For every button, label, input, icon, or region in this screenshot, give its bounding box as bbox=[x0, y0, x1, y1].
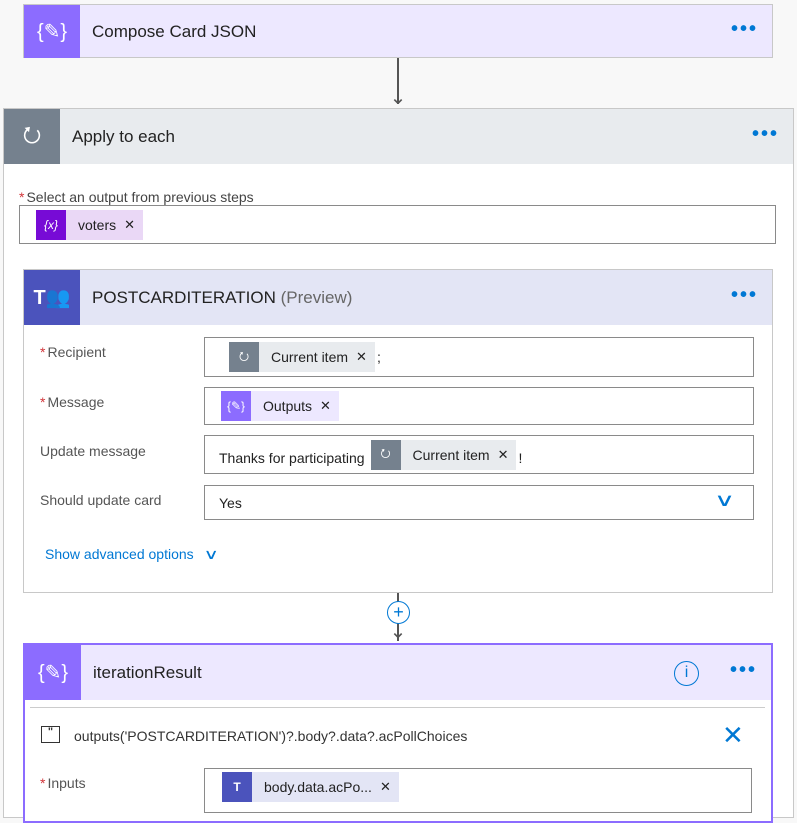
step-title: iterationResult bbox=[93, 662, 202, 682]
arrow-down-icon: ⌄ bbox=[389, 87, 407, 109]
remove-token-icon[interactable]: ✕ bbox=[356, 349, 375, 365]
recipient-label: * Recipient bbox=[40, 344, 106, 360]
message-input[interactable]: {✎} Outputs ✕ bbox=[204, 387, 754, 425]
select-output-input[interactable]: {x} voters ✕ bbox=[19, 205, 776, 244]
step-title: POSTCARDITERATION (Preview) bbox=[92, 287, 353, 307]
more-options-button[interactable]: ••• bbox=[731, 18, 758, 41]
message-label: * Message bbox=[40, 394, 105, 410]
postcarditeration-step: T👥 POSTCARDITERATION (Preview) ••• bbox=[23, 269, 773, 593]
recipient-input[interactable]: ⭮ Current item ✕ ; bbox=[204, 337, 754, 377]
update-message-input[interactable]: Thanks for participating ⭮ Current item … bbox=[204, 435, 754, 474]
close-icon[interactable]: ✕ bbox=[722, 722, 744, 748]
should-update-card-label: Should update card bbox=[40, 492, 162, 508]
loop-icon: ⭮ bbox=[370, 439, 401, 470]
current-item-token[interactable]: ⭮ Current item ✕ bbox=[229, 342, 375, 372]
select-output-label: * Select an output from previous steps bbox=[19, 189, 254, 205]
loop-icon: ⭮ bbox=[4, 109, 60, 164]
remove-token-icon[interactable]: ✕ bbox=[498, 447, 517, 463]
more-options-button[interactable]: ••• bbox=[731, 284, 758, 307]
voters-token[interactable]: {x} voters ✕ bbox=[36, 209, 144, 240]
more-options-button[interactable]: ••• bbox=[730, 659, 757, 682]
teams-icon: T bbox=[222, 772, 252, 802]
body-data-token[interactable]: T body.data.acPo... ✕ bbox=[222, 772, 399, 802]
remove-token-icon[interactable]: ✕ bbox=[380, 779, 399, 795]
compose-card-json-step[interactable]: {✎} Compose Card JSON ••• bbox=[23, 4, 773, 58]
inputs-field[interactable]: T body.data.acPo... ✕ bbox=[204, 768, 752, 813]
remove-token-icon[interactable]: ✕ bbox=[124, 217, 143, 233]
compose-braces-icon: {✎} bbox=[221, 391, 251, 421]
teams-icon: T👥 bbox=[24, 270, 80, 325]
variable-icon: {x} bbox=[36, 209, 66, 240]
arrow-down-icon: ⌄ bbox=[389, 621, 407, 643]
update-message-label: Update message bbox=[40, 443, 146, 459]
current-item-token[interactable]: ⭮ Current item ✕ bbox=[370, 439, 517, 470]
should-update-card-select[interactable]: Yes ∨ bbox=[204, 485, 754, 520]
loop-icon: ⭮ bbox=[229, 342, 259, 372]
expression-text: outputs('POSTCARDITERATION')?.body?.data… bbox=[74, 728, 468, 744]
divider bbox=[30, 707, 765, 708]
remove-token-icon[interactable]: ✕ bbox=[320, 398, 339, 414]
info-button[interactable]: i bbox=[674, 661, 699, 686]
chevron-down-icon: ∨ bbox=[713, 490, 735, 510]
comment-icon: " bbox=[41, 726, 60, 743]
step-title: Apply to each bbox=[72, 126, 176, 146]
compose-braces-icon: {✎} bbox=[24, 5, 80, 58]
outputs-token[interactable]: {✎} Outputs ✕ bbox=[221, 391, 339, 421]
step-title: Compose Card JSON bbox=[92, 21, 257, 41]
show-advanced-options-link[interactable]: Show advanced options ∨ bbox=[45, 546, 219, 563]
chevron-down-icon: ∨ bbox=[203, 546, 219, 562]
more-options-button[interactable]: ••• bbox=[752, 123, 779, 146]
compose-braces-icon: {✎} bbox=[25, 645, 81, 700]
inputs-label: * Inputs bbox=[40, 775, 86, 791]
